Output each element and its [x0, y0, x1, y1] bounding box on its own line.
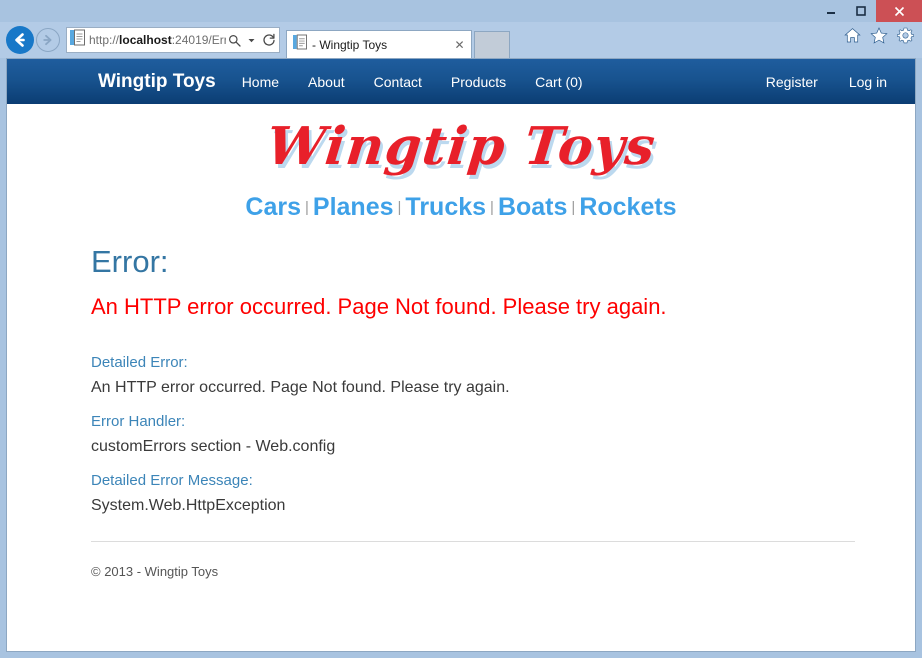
primary-nav: Home About Contact Products Cart (0)	[242, 74, 583, 90]
home-icon[interactable]	[844, 27, 861, 44]
browser-tab[interactable]: - Wingtip Toys ✕	[286, 30, 472, 58]
error-handler-label: Error Handler:	[91, 413, 855, 430]
site-logo[interactable]: Wingtip Toys	[264, 116, 659, 177]
minimize-button[interactable]	[816, 0, 846, 22]
nav-link-contact[interactable]: Contact	[374, 74, 422, 90]
maximize-button[interactable]	[846, 0, 876, 22]
error-heading: Error:	[91, 244, 855, 280]
error-detail-group: Detailed Error: An HTTP error occurred. …	[91, 354, 855, 515]
category-link-planes[interactable]: Planes	[310, 193, 397, 221]
detailed-error-label: Detailed Error:	[91, 354, 855, 371]
arrow-left-icon	[11, 31, 29, 49]
category-link-trucks[interactable]: Trucks	[402, 193, 489, 221]
nav-link-login[interactable]: Log in	[849, 74, 887, 90]
close-icon	[893, 5, 906, 18]
nav-link-products[interactable]: Products	[451, 74, 506, 90]
url-text: http://localhost:24019/Err	[89, 28, 226, 52]
category-links: Cars|Planes|Trucks|Boats|Rockets	[7, 179, 915, 228]
detailed-error-value: An HTTP error occurred. Page Not found. …	[91, 379, 855, 397]
nav-link-home[interactable]: Home	[242, 74, 279, 90]
new-tab-button[interactable]	[474, 31, 510, 58]
maximize-icon	[855, 5, 867, 17]
close-window-button[interactable]	[876, 0, 922, 22]
tab-title: - Wingtip Toys	[312, 38, 452, 52]
category-separator: |	[570, 199, 576, 216]
nav-link-cart[interactable]: Cart (0)	[535, 74, 582, 90]
browser-window: http://localhost:24019/Err	[0, 0, 922, 658]
search-icon[interactable]	[226, 34, 243, 47]
category-link-cars[interactable]: Cars	[242, 193, 304, 221]
back-button[interactable]	[6, 26, 34, 54]
tab-close-icon[interactable]: ✕	[452, 38, 467, 52]
page-viewport: Wingtip Toys Home About Contact Products…	[6, 58, 916, 652]
logo-container: Wingtip Toys	[7, 104, 915, 179]
title-bar	[0, 0, 922, 22]
error-content: Error: An HTTP error occurred. Page Not …	[7, 228, 915, 579]
category-link-rockets[interactable]: Rockets	[576, 193, 679, 221]
navigation-buttons	[2, 26, 60, 54]
page-body: Wingtip Toys Cars|Planes|Trucks|Boats|Ro…	[7, 104, 915, 651]
tab-favicon-icon	[293, 34, 307, 55]
category-separator: |	[489, 199, 495, 216]
address-bar[interactable]: http://localhost:24019/Err	[66, 27, 280, 53]
category-link-boats[interactable]: Boats	[495, 193, 570, 221]
chevron-down-icon[interactable]	[243, 36, 260, 45]
gear-icon[interactable]	[897, 27, 914, 44]
site-navbar: Wingtip Toys Home About Contact Products…	[7, 59, 915, 104]
error-message: An HTTP error occurred. Page Not found. …	[91, 294, 855, 320]
forward-button[interactable]	[36, 28, 60, 52]
nav-link-register[interactable]: Register	[766, 74, 818, 90]
category-separator: |	[304, 199, 310, 216]
star-icon[interactable]	[870, 27, 888, 44]
arrow-right-icon	[41, 33, 55, 47]
footer-copyright: © 2013 - Wingtip Toys	[91, 564, 855, 579]
error-handler-value: customErrors section - Web.config	[91, 438, 855, 456]
minimize-icon	[825, 5, 837, 17]
browser-chrome: http://localhost:24019/Err	[0, 22, 922, 58]
chrome-toolbar	[844, 27, 914, 44]
page-document-icon	[70, 29, 85, 51]
detailed-error-message-value: System.Web.HttpException	[91, 497, 855, 515]
account-nav: Register Log in	[766, 74, 887, 90]
site-brand[interactable]: Wingtip Toys	[98, 71, 216, 93]
footer-divider	[91, 541, 855, 542]
detailed-error-message-label: Detailed Error Message:	[91, 472, 855, 489]
category-separator: |	[397, 199, 403, 216]
refresh-icon[interactable]	[260, 33, 277, 47]
tab-strip: - Wingtip Toys ✕	[286, 22, 510, 58]
nav-link-about[interactable]: About	[308, 74, 345, 90]
